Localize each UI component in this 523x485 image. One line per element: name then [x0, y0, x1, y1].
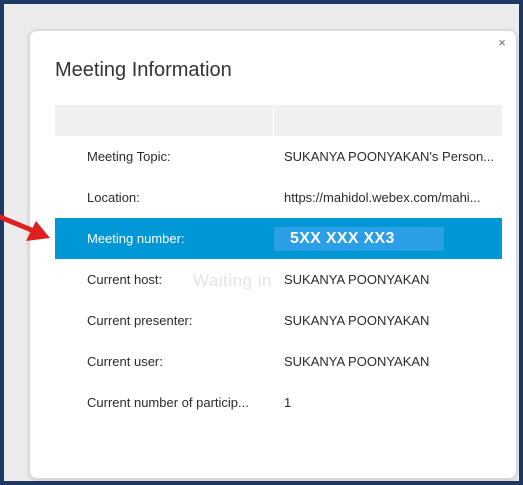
meeting-information-dialog: × Meeting Information Meeting Topic: SUK…	[29, 30, 517, 479]
row-current-host[interactable]: Current host: SUKANYA POONYAKAN	[55, 259, 502, 300]
close-icon[interactable]: ×	[494, 35, 510, 51]
meeting-number-highlight: 5XX XXX XX3	[274, 226, 444, 251]
header-cell-value	[274, 105, 502, 136]
row-label: Current number of particip...	[87, 395, 249, 410]
row-meeting-topic[interactable]: Meeting Topic: SUKANYA POONYAKAN's Perso…	[55, 136, 502, 177]
row-current-presenter[interactable]: Current presenter: SUKANYA POONYAKAN	[55, 300, 502, 341]
row-value: SUKANYA POONYAKAN	[284, 272, 430, 287]
row-label: Location:	[87, 190, 140, 205]
dialog-title: Meeting Information	[55, 59, 232, 81]
row-label: Current presenter:	[87, 313, 193, 328]
row-value: https://mahidol.webex.com/mahi...	[284, 190, 481, 205]
row-label: Current user:	[87, 354, 163, 369]
row-participant-count[interactable]: Current number of particip... 1	[55, 382, 502, 423]
row-value: SUKANYA POONYAKAN	[284, 354, 430, 369]
row-meeting-number[interactable]: Meeting number: 5XX XXX XX3	[55, 218, 502, 259]
row-value: SUKANYA POONYAKAN	[284, 313, 430, 328]
table-header	[55, 105, 502, 136]
red-arrow-icon	[0, 214, 50, 241]
meeting-info-table: Meeting Topic: SUKANYA POONYAKAN's Perso…	[55, 105, 502, 423]
row-location[interactable]: Location: https://mahidol.webex.com/mahi…	[55, 177, 502, 218]
row-label: Current host:	[87, 272, 163, 287]
header-cell-label	[55, 105, 274, 136]
row-current-user[interactable]: Current user: SUKANYA POONYAKAN	[55, 341, 502, 382]
row-value: 1	[284, 395, 292, 410]
row-value: SUKANYA POONYAKAN's Person...	[284, 149, 495, 164]
row-label: Meeting number:	[87, 231, 185, 246]
row-label: Meeting Topic:	[87, 149, 171, 164]
